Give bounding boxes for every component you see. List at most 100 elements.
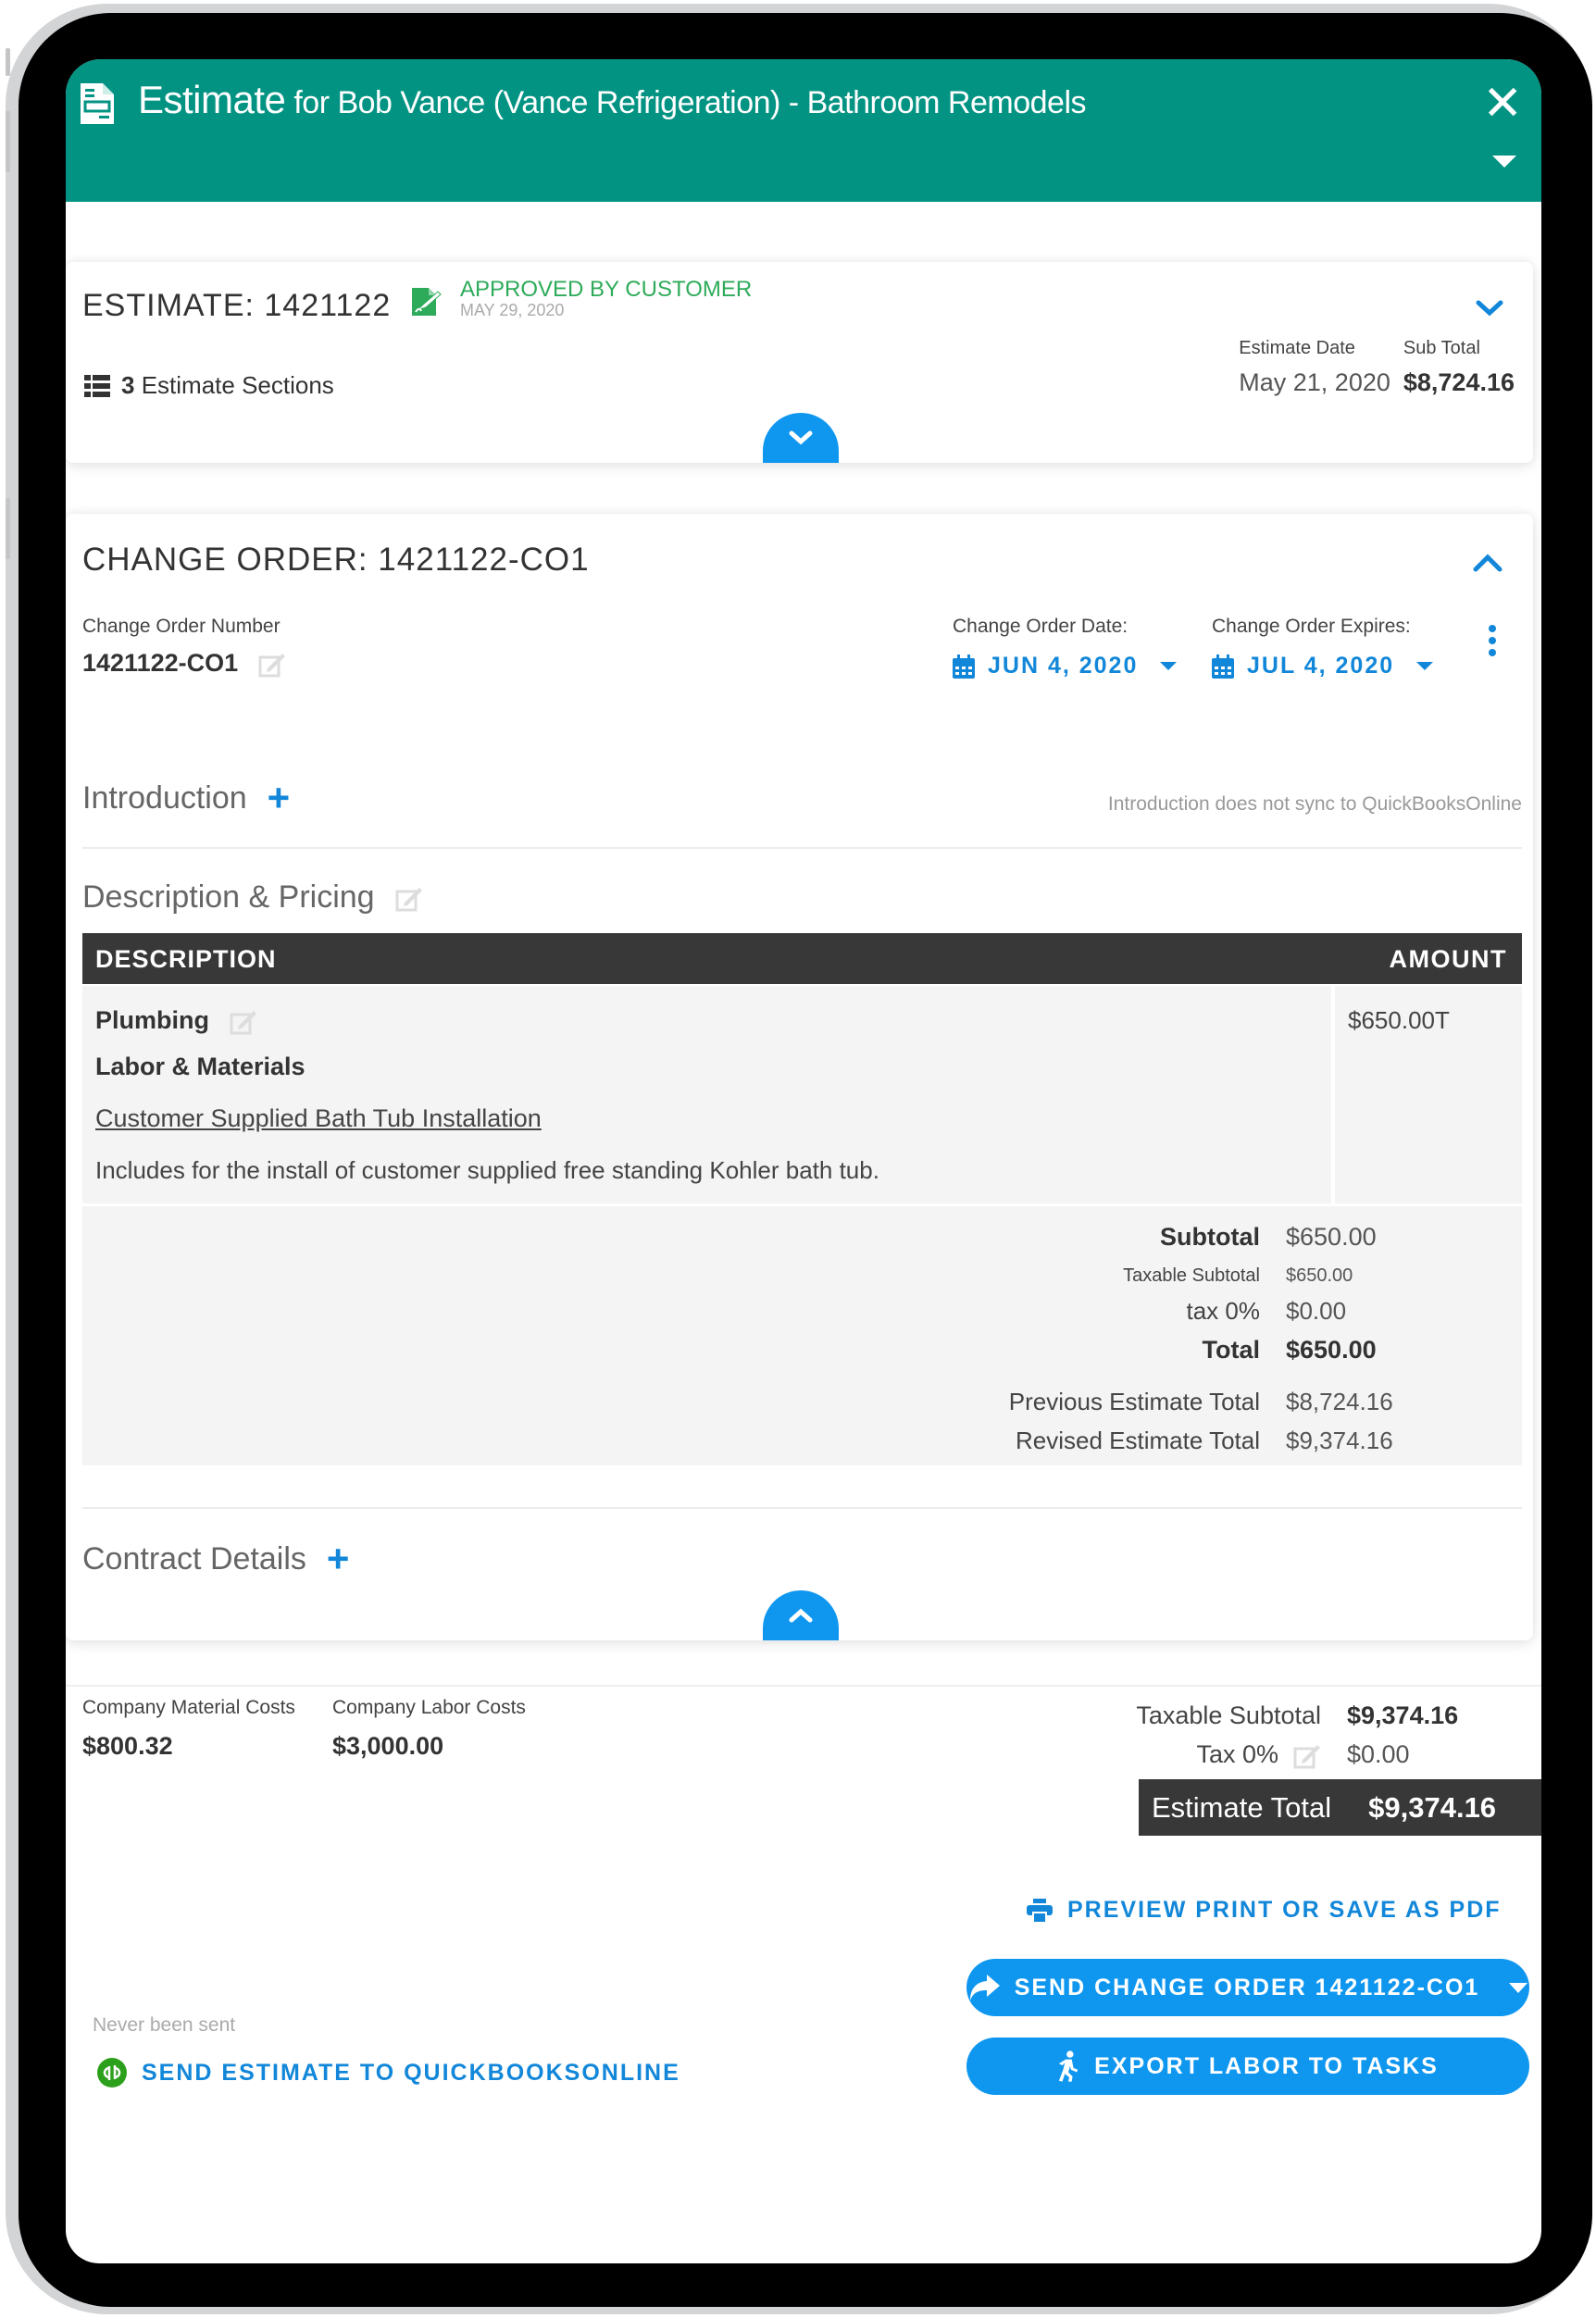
estimate-meta: Estimate Date May 21, 2020 Sub Total $8,… [1239, 338, 1515, 397]
footer-taxable-subtotal-label: Taxable Subtotal [1136, 1701, 1321, 1729]
change-order-totals: Subtotal $650.00 Taxable Subtotal $650.0… [82, 1206, 1522, 1465]
modal-title: Estimate for Bob Vance (Vance Refrigerat… [138, 78, 1086, 122]
edit-icon[interactable] [1293, 1741, 1321, 1769]
subtotal-label: Subtotal [1160, 1223, 1260, 1251]
taxable-subtotal-line: Taxable Subtotal $650.00 [82, 1265, 1522, 1287]
footer-taxable-subtotal: Taxable Subtotal $9,374.16 [1136, 1701, 1486, 1730]
introduction-note: Introduction does not sync to QuickBooks… [1107, 793, 1522, 815]
change-order-expires: Change Order Expires: JUL 4, 2020 [1212, 616, 1434, 679]
divider [66, 1685, 1541, 1687]
item-title-text: Plumbing [95, 1006, 209, 1034]
previous-estimate-line: Previous Estimate Total $8,724.16 [82, 1388, 1522, 1416]
revised-estimate-line: Revised Estimate Total $9,374.16 [82, 1427, 1522, 1455]
revised-estimate-value: $9,374.16 [1286, 1427, 1393, 1454]
tax-value: $0.00 [1286, 1297, 1347, 1325]
expand-tab-button[interactable] [763, 413, 839, 463]
edit-icon[interactable] [395, 884, 423, 912]
change-order-date-picker[interactable]: JUN 4, 2020 [953, 653, 1178, 679]
estimate-sections: 3 Estimate Sections [84, 371, 334, 400]
change-order-expires-value: JUL 4, 2020 [1247, 653, 1395, 679]
add-introduction-icon[interactable]: + [268, 779, 291, 817]
change-order-date: Change Order Date: JUN 4, 2020 [953, 616, 1178, 679]
tax-line: tax 0% $0.00 [82, 1297, 1522, 1326]
column-amount: AMOUNT [1389, 945, 1507, 973]
send-to-quickbooks-label: SEND ESTIMATE TO QUICKBOOKSONLINE [142, 2059, 680, 2086]
estimate-title: ESTIMATE: 1421122 [82, 288, 392, 323]
material-costs-value: $800.32 [82, 1732, 173, 1760]
preview-print-button[interactable]: PREVIEW PRINT OR SAVE AS PDF [1027, 1897, 1502, 1924]
export-labor-label: EXPORT LABOR TO TASKS [1094, 2052, 1439, 2079]
pricing-table-header: DESCRIPTION AMOUNT [82, 933, 1522, 984]
send-change-order-button[interactable]: SEND CHANGE ORDER 1421122-CO1 [966, 1959, 1529, 2016]
footer-tax: Tax 0% $0.00 [1196, 1740, 1486, 1769]
estimate-total-value: $9,374.16 [1368, 1790, 1497, 1824]
subtotal-value: $650.00 [1286, 1223, 1377, 1251]
collapse-tab-button[interactable] [763, 1590, 839, 1640]
caret-down-icon[interactable] [1492, 156, 1516, 168]
close-icon[interactable]: ✕ [1482, 80, 1523, 128]
list-grid-icon [84, 374, 110, 397]
contract-details-section: Contract Details + [82, 1539, 349, 1578]
revised-estimate-label: Revised Estimate Total [1016, 1427, 1260, 1454]
more-options-icon[interactable] [1489, 625, 1498, 656]
previous-estimate-value: $8,724.16 [1286, 1388, 1393, 1415]
signed-document-icon [412, 288, 442, 316]
item-subtitle: Labor & Materials [95, 1053, 305, 1080]
estimate-date-value: May 21, 2020 [1239, 368, 1390, 396]
row-description-cell: Plumbing Labor & Materials Customer Supp… [82, 986, 1331, 1203]
change-order-expires-picker[interactable]: JUL 4, 2020 [1212, 653, 1434, 679]
subtotal-line: Subtotal $650.00 [82, 1223, 1522, 1252]
title-main: Estimate [138, 78, 286, 121]
item-amount: $650.00T [1348, 1006, 1450, 1034]
chevron-down-icon[interactable] [1476, 299, 1503, 318]
caret-down-icon [1416, 662, 1434, 670]
sent-status: Never been sent [93, 2014, 236, 2036]
calendar-icon [1212, 654, 1234, 679]
share-arrow-icon [969, 1975, 1000, 2000]
subtotal-value: $8,724.16 [1403, 368, 1515, 396]
estimate-total-bar: Estimate Total $9,374.16 [1139, 1779, 1541, 1836]
item-title: Plumbing [95, 1006, 257, 1035]
approval-status: APPROVED BY CUSTOMER [460, 277, 753, 302]
taxable-subtotal-value: $650.00 [1286, 1265, 1353, 1286]
calendar-icon [953, 654, 975, 679]
item-description: Includes for the install of customer sup… [95, 1156, 879, 1184]
side-button [6, 111, 10, 172]
labor-costs: Company Labor Costs $3,000.00 [332, 1697, 526, 1761]
change-order-number-label: Change Order Number [82, 616, 281, 637]
change-order-card: CHANGE ORDER: 1421122-CO1 Change Order N… [66, 514, 1533, 1640]
edit-icon[interactable] [258, 650, 286, 678]
total-line: Total $650.00 [82, 1336, 1522, 1365]
edit-icon[interactable] [230, 1007, 257, 1035]
divider [82, 847, 1522, 849]
export-labor-button[interactable]: EXPORT LABOR TO TASKS [966, 2038, 1529, 2095]
estimate-total-label: Estimate Total [1152, 1790, 1332, 1824]
introduction-label: Introduction [82, 779, 247, 816]
change-order-title: CHANGE ORDER: 1421122-CO1 [82, 542, 590, 578]
approval-date: MAY 29, 2020 [460, 301, 565, 319]
chevron-up-icon[interactable] [1472, 553, 1503, 573]
material-costs: Company Material Costs $800.32 [82, 1697, 295, 1761]
send-to-quickbooks-button[interactable]: SEND ESTIMATE TO QUICKBOOKSONLINE [97, 2058, 680, 2087]
quickbooks-icon [97, 2058, 127, 2087]
change-order-date-value: JUN 4, 2020 [988, 653, 1139, 679]
total-value: $650.00 [1286, 1336, 1377, 1364]
previous-estimate-label: Previous Estimate Total [1008, 1388, 1260, 1415]
caret-down-icon[interactable] [1509, 1982, 1528, 1993]
change-order-number: 1421122-CO1 [82, 649, 286, 678]
add-contract-details-icon[interactable]: + [327, 1539, 350, 1578]
side-button [6, 498, 10, 559]
sections-count: 3 [121, 371, 135, 399]
chevron-up-icon [789, 1608, 813, 1623]
footer-taxable-subtotal-value: $9,374.16 [1347, 1701, 1459, 1729]
item-link[interactable]: Customer Supplied Bath Tub Installation [95, 1104, 542, 1133]
description-pricing-label: Description & Pricing [82, 879, 375, 915]
column-description: DESCRIPTION [95, 945, 277, 973]
screen: Estimate for Bob Vance (Vance Refrigerat… [66, 59, 1541, 2263]
row-amount-cell: $650.00T [1335, 986, 1522, 1203]
total-label: Total [1202, 1336, 1261, 1364]
title-sub: for Bob Vance (Vance Refrigeration) - Ba… [293, 85, 1086, 120]
preview-print-label: PREVIEW PRINT OR SAVE AS PDF [1067, 1897, 1502, 1923]
material-costs-label: Company Material Costs [82, 1697, 295, 1718]
caret-down-icon [1160, 662, 1178, 670]
